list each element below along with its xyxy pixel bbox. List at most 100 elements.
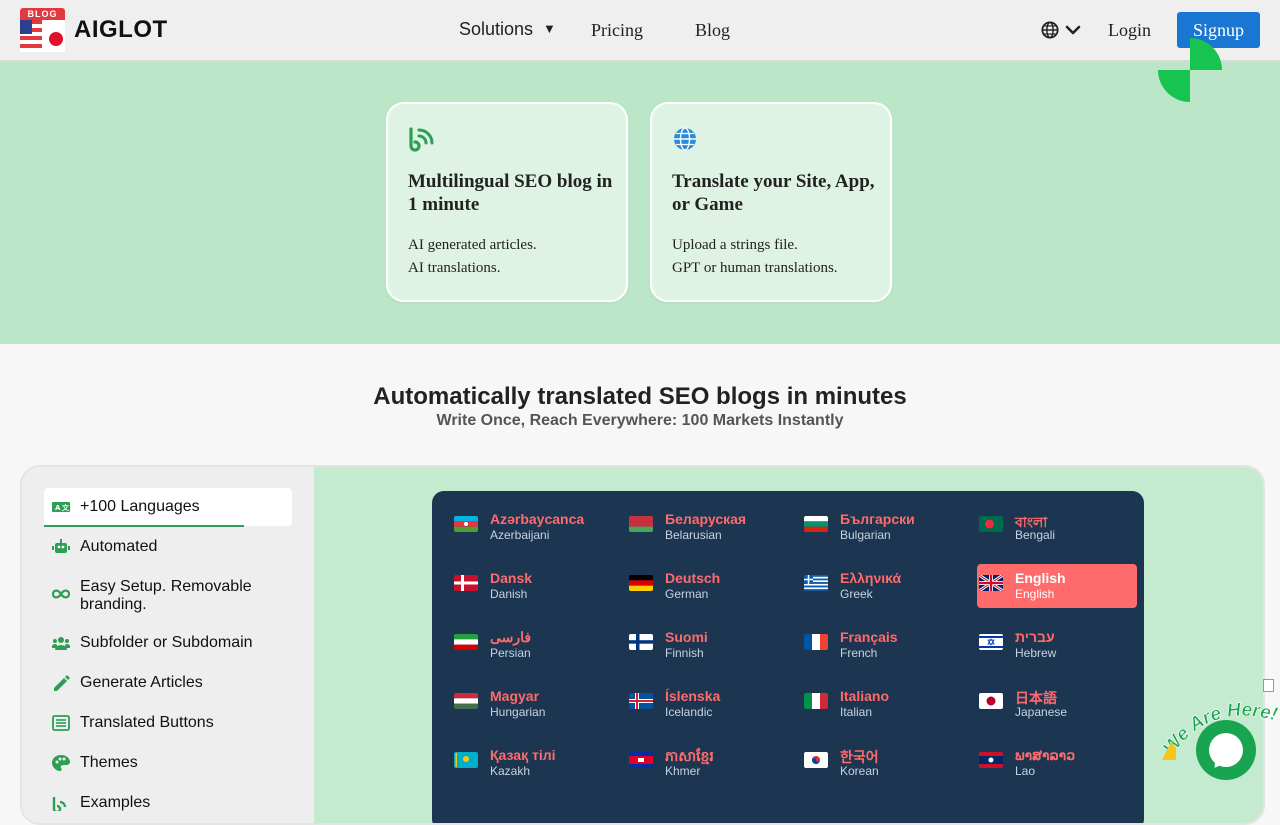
flag-icon [979,516,1003,532]
sidebar-item-label: Subfolder or Subdomain [80,634,253,651]
card-line: AI translations. [408,260,501,276]
language-english-name: Icelandic [665,705,713,719]
language-english-name: Persian [490,646,531,660]
language-native-name: ພາສາລາວ [1015,747,1076,763]
chat-icon [1209,733,1243,767]
flag-icon [979,575,1003,591]
blog-feed-icon [409,127,434,152]
flag-icon [979,693,1003,709]
language-native-name: עברית [1015,629,1055,645]
language-option-lao[interactable]: ພາສາລາວ Lao [977,741,1137,785]
flag-icon [629,752,653,768]
language-english-name: Khmer [665,764,701,778]
language-option-belarusian[interactable]: Беларуская Belarusian [627,505,787,549]
language-option-persian[interactable]: فارسی Persian [452,623,612,667]
sidebar-item-label: Translated Buttons [80,714,214,731]
flag-icon [804,575,828,591]
sidebar-item-examples[interactable]: Examples [44,784,292,822]
language-english-name: Azerbaijani [490,528,550,542]
language-english-name: Finnish [665,646,704,660]
language-option-korean[interactable]: 한국어 Korean [802,741,962,785]
translate-icon: A 文 [52,502,70,512]
language-native-name: Deutsch [665,570,721,586]
card-title: Multilingual SEO blog in 1 minute [408,171,613,215]
language-english-name: French [840,646,878,660]
card-line: Upload a strings file. [672,237,798,253]
users-icon [52,637,70,650]
sidebar-item-automated[interactable]: Automated [44,528,292,566]
language-option-bulgarian[interactable]: Български Bulgarian [802,505,962,549]
flag-icon [979,752,1003,768]
flag-icon [979,634,1003,650]
sidebar-item-label: Automated [80,538,158,555]
brand-name[interactable]: AIGLOT [74,16,168,44]
globe-icon[interactable] [1041,21,1059,39]
sidebar-item-label: Easy Setup. Removable branding. [80,578,252,613]
language-english-name: Korean [840,764,879,778]
language-option-hungarian[interactable]: Magyar Hungarian [452,682,612,726]
hero-section: Multilingual SEO blog in 1 minute AI gen… [0,61,1280,344]
sidebar-item-languages[interactable]: A 文 +100 Languages [44,488,292,527]
chat-launcher-button[interactable] [1196,720,1256,780]
language-english-name: Japanese [1015,705,1068,719]
language-option-bengali[interactable]: বাংলা Bengali [977,505,1137,549]
language-option-azerbaijani[interactable]: Azərbaycanca Azerbaijani [452,505,612,549]
logo[interactable]: BLOG [20,8,65,52]
language-english-name: Italian [840,705,873,719]
decorative-leaf-icon [1158,38,1222,102]
flag-icon [804,516,828,532]
card-line: GPT or human translations. [672,260,838,276]
language-native-name: English [1015,570,1066,586]
logo-us-flag [20,20,42,52]
infinity-icon [52,589,70,599]
language-grid: Azərbaycanca Azerbaijani Беларуская Belarus… [432,491,1144,823]
language-native-name: Ελληνικά [840,570,902,586]
sidebar-item-label: Generate Articles [80,674,203,691]
flag-icon [629,634,653,650]
language-english-name: Lao [1015,764,1036,778]
nav-solutions[interactable]: Solutions [459,19,533,40]
language-option-greek[interactable]: Ελληνικά Greek [802,564,962,608]
flag-icon [804,634,828,650]
flag-icon [629,693,653,709]
sidebar-item-generate[interactable]: Generate Articles [44,664,292,702]
flag-icon [629,575,653,591]
card-seo-blog[interactable]: Multilingual SEO blog in 1 minute AI gen… [386,102,628,302]
nav-blog[interactable]: Blog [695,20,730,41]
language-option-english[interactable]: English English [977,564,1137,608]
section-subtitle: Write Once, Reach Everywhere: 100 Market… [436,412,844,429]
login-link[interactable]: Login [1108,20,1151,41]
language-option-german[interactable]: Deutsch German [627,564,787,608]
language-option-italian[interactable]: Italiano Italian [802,682,962,726]
language-option-danish[interactable]: Dansk Danish [452,564,612,608]
flag-icon [454,516,478,532]
sidebar-item-subfolder[interactable]: Subfolder or Subdomain [44,624,292,662]
language-native-name: Suomi [665,629,708,645]
card-translate-site[interactable]: Translate your Site, App, or Game Upload… [650,102,892,302]
sidebar-item-buttons[interactable]: Translated Buttons [44,704,292,742]
sidebar-item-themes[interactable]: Themes [44,744,292,782]
language-option-icelandic[interactable]: Íslenska Icelandic [627,682,787,726]
language-option-japanese[interactable]: 日本語 Japanese [977,682,1137,726]
sidebar-item-label: Examples [80,794,151,811]
sidebar-item-easy-setup[interactable]: Easy Setup. Removable branding. [44,568,292,624]
language-option-hebrew[interactable]: עברית Hebrew [977,623,1137,667]
list-icon [52,715,70,731]
language-english-name: German [665,587,709,601]
nav-pricing[interactable]: Pricing [591,20,643,41]
logo-jp-flag [42,20,65,52]
svg-text:文: 文 [62,503,70,512]
chevron-down-icon[interactable] [1065,23,1081,37]
sidebar-item-label: Themes [80,754,138,771]
language-native-name: Azərbaycanca [490,511,585,527]
language-english-name: Danish [490,587,528,601]
caret-down-icon[interactable]: ▼ [543,21,556,36]
language-option-finnish[interactable]: Suomi Finnish [627,623,787,667]
language-native-name: Қазақ тілі [490,747,556,763]
language-native-name: Dansk [490,570,533,586]
widget-toggle[interactable] [1263,679,1274,692]
flag-icon [804,693,828,709]
language-option-khmer[interactable]: ភាសាខ្មែរ Khmer [627,741,787,785]
language-option-french[interactable]: Français French [802,623,962,667]
language-option-kazakh[interactable]: Қазақ тілі Kazakh [452,741,612,785]
